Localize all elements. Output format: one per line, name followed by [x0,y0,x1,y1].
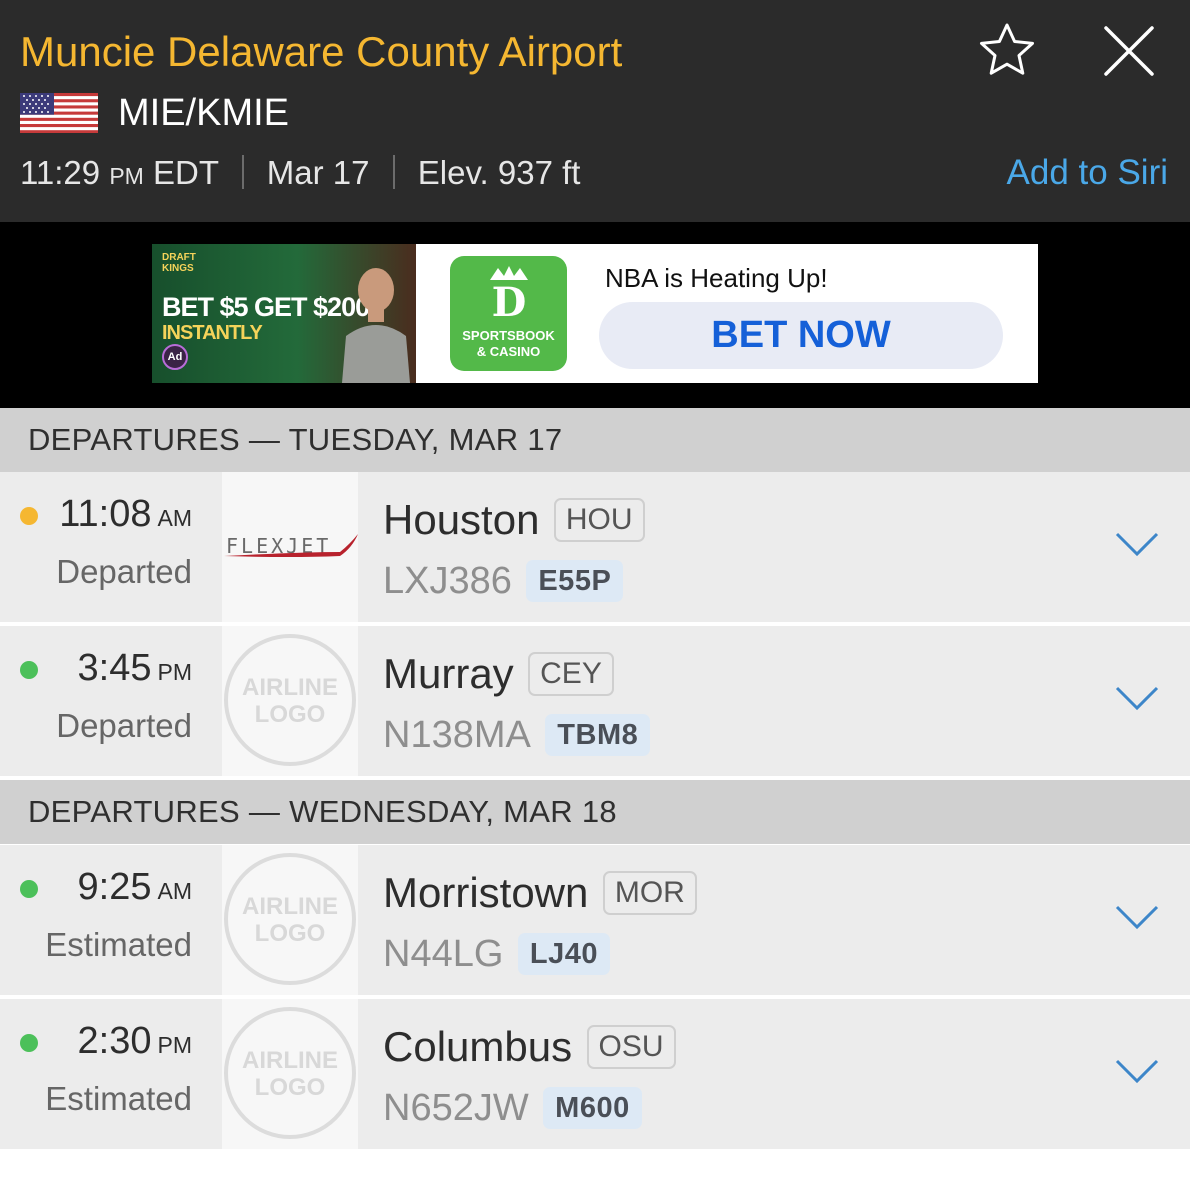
airline-logo: AIRLINE LOGO [222,999,358,1149]
airport-info-line: 11:29 PM EDT Mar 17 Elev. 937 ft [20,150,580,199]
flight-status: Estimated [45,926,192,963]
ad-promo-subtext: INSTANTLY [162,322,263,344]
airline-logo-placeholder: AIRLINE LOGO [224,634,356,766]
bet-now-button[interactable]: BET NOW [599,302,1003,369]
flight-status: Estimated [45,1080,192,1117]
ad-banner[interactable]: DRAFT KINGS BET $5 GET $200 INSTANTLY Ad… [152,244,1038,383]
flight-status: Departed [56,553,192,590]
destination-code: OSU [586,1025,676,1069]
airline-logo: AIRLINE LOGO [222,845,358,995]
local-time-ampm: PM [109,163,144,189]
aircraft-type: M600 [543,1087,642,1129]
elevation: Elev. 937 ft [417,154,581,191]
flight-info: N652JW M600 [383,1085,642,1131]
airline-logo-placeholder: AIRLINE LOGO [224,1007,356,1139]
section-header: DEPARTURES — TUESDAY, MAR 17 [0,408,1190,472]
local-date: Mar 17 [266,154,370,191]
flight-row[interactable]: 11:08 AM Departed FLEXJET Houston HOU LXJ… [0,472,1190,622]
destination-name: Morristown [383,869,589,916]
destination-name: Columbus [383,1023,573,1070]
flight-info: N44LG LJ40 [383,931,610,977]
flight-info: N138MA TBM8 [383,712,651,758]
flight-number: N652JW [383,1087,529,1129]
destination: Houston HOU [383,494,645,546]
draftkings-logo: DRAFT KINGS [162,252,196,274]
star-icon[interactable] [976,20,1038,82]
flight-row[interactable]: 3:45 PM Departed AIRLINE LOGO Murray CEY … [0,626,1190,776]
destination: Columbus OSU [383,1021,676,1073]
spokesperson-image [342,268,410,383]
flight-row[interactable]: 9:25 AM Estimated AIRLINE LOGO Morristown… [0,845,1190,995]
destination: Morristown MOR [383,867,697,919]
divider [241,155,244,189]
departure-time: 3:45 PM [77,647,192,689]
departure-time: 9:25 AM [77,866,192,908]
status-dot [20,661,38,679]
flexjet-swoosh-icon [224,534,358,557]
airport-header: Muncie Delaware County Airport MIE/KMIE … [0,0,1190,222]
aircraft-type: E55P [526,560,624,602]
local-time: 11:29 [20,154,101,191]
add-to-siri-link[interactable]: Add to Siri [1007,150,1168,196]
ad-headline: NBA is Heating Up! [605,263,828,293]
us-flag-icon [20,93,98,133]
flight-info: LXJ386 E55P [383,558,624,604]
destination-code: MOR [602,871,697,915]
section-title: DEPARTURES — TUESDAY, MAR 17 [28,422,563,457]
ad-image: DRAFT KINGS BET $5 GET $200 INSTANTLY Ad [152,244,416,383]
destination-code: CEY [528,652,614,696]
chevron-down-icon[interactable] [1114,1057,1160,1085]
close-icon[interactable] [1098,20,1160,82]
status-dot [20,507,38,525]
airport-name: Muncie Delaware County Airport [20,28,623,75]
flight-number: N44LG [383,933,504,975]
destination-code: HOU [553,498,645,542]
aircraft-type: TBM8 [545,714,651,756]
status-dot [20,880,38,898]
crown-icon: D [490,266,528,324]
airline-logo: AIRLINE LOGO [222,626,358,776]
airport-code: MIE/KMIE [118,92,290,134]
flight-row[interactable]: 2:30 PM Estimated AIRLINE LOGO Columbus O… [0,999,1190,1149]
flight-number: N138MA [383,714,531,756]
svg-text:D: D [492,279,527,324]
departure-time: 2:30 PM [77,1020,192,1062]
flight-status: Departed [56,707,192,744]
destination: Murray CEY [383,648,614,700]
section-title: DEPARTURES — WEDNESDAY, MAR 18 [28,794,617,829]
timezone: EDT [152,154,219,191]
airline-logo-placeholder: AIRLINE LOGO [224,853,356,985]
chevron-down-icon[interactable] [1114,903,1160,931]
ad-badge: Ad [162,344,188,370]
destination-name: Houston [383,496,540,543]
departure-time: 11:08 AM [59,493,192,535]
divider [392,155,395,189]
destination-name: Murray [383,650,514,697]
flight-number: LXJ386 [383,560,512,602]
status-dot [20,1034,38,1052]
section-header: DEPARTURES — WEDNESDAY, MAR 18 [0,780,1190,844]
ad-banner-area: DRAFT KINGS BET $5 GET $200 INSTANTLY Ad… [0,222,1190,408]
chevron-down-icon[interactable] [1114,530,1160,558]
sportsbook-logo: D SPORTSBOOK & CASINO [450,256,567,371]
chevron-down-icon[interactable] [1114,684,1160,712]
aircraft-type: LJ40 [517,933,610,975]
airline-logo: FLEXJET [222,472,358,622]
